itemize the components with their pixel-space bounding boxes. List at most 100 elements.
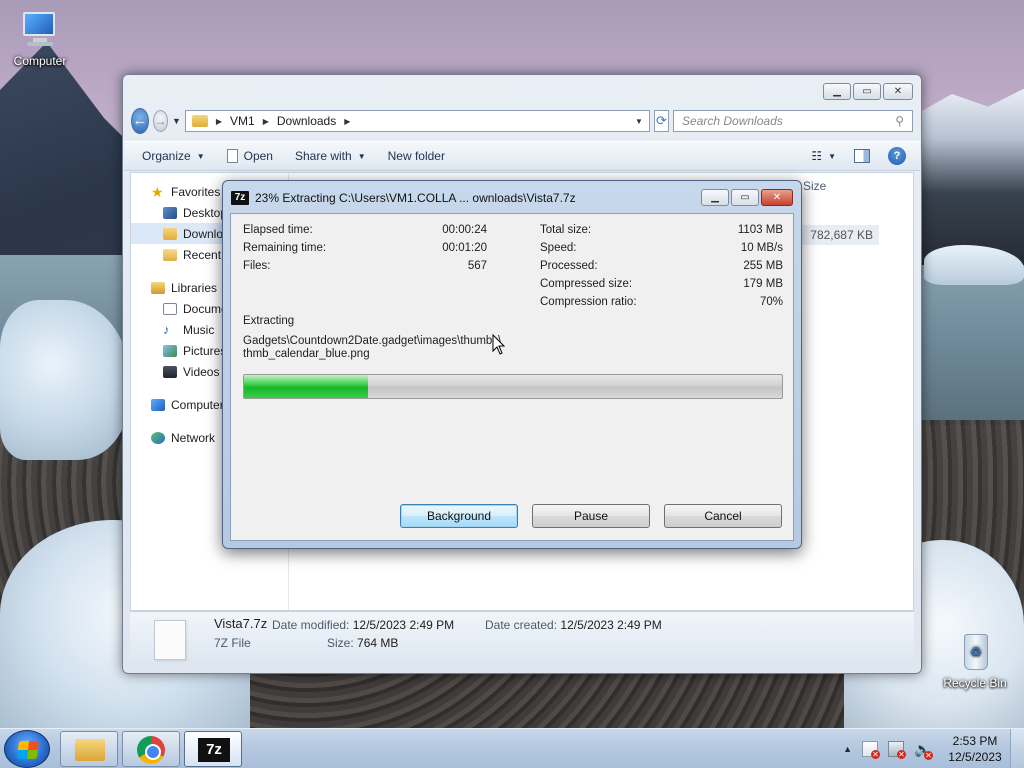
details-pane: Vista7.7z 7Z File Date modified: 12/5/20… xyxy=(130,611,914,665)
desktop-icon-label: Computer xyxy=(13,54,67,68)
desktop-icon-recycle-bin[interactable]: ♻ Recycle Bin xyxy=(935,632,1015,690)
nav-item-label: Videos xyxy=(183,364,220,379)
chevron-down-icon: ▼ xyxy=(828,151,836,161)
breadcrumb-downloads[interactable]: Downloads xyxy=(277,114,336,128)
network-icon xyxy=(151,431,165,444)
compressed-size-label: Compressed size: xyxy=(540,278,633,290)
action-center-icon[interactable]: ✕ xyxy=(862,741,880,759)
nav-item-label: Computer xyxy=(171,397,224,412)
total-size-value: 1103 MB xyxy=(737,224,783,236)
close-button[interactable]: ✕ xyxy=(883,83,913,100)
organize-button[interactable]: Organize ▼ xyxy=(142,149,205,163)
pictures-icon xyxy=(163,344,177,357)
nav-item-label: Favorites xyxy=(171,184,221,199)
forward-button[interactable]: → xyxy=(152,110,168,132)
search-icon: ⚲ xyxy=(895,114,905,128)
back-button[interactable]: ← xyxy=(131,108,149,134)
taskbar-windows-explorer[interactable] xyxy=(60,731,118,767)
operation-status: Extracting xyxy=(243,315,295,327)
share-with-label: Share with xyxy=(294,149,352,163)
address-bar[interactable]: ▶ VM1 ▶ Downloads ▶ ▼ xyxy=(184,110,650,132)
details-date-created-label: Date created: xyxy=(485,618,558,632)
file-row-size[interactable]: 782,687 KB xyxy=(793,225,879,245)
new-folder-button[interactable]: New folder xyxy=(388,149,445,163)
taskbar-7-zip[interactable]: 7z xyxy=(184,731,242,767)
downloads-folder-icon xyxy=(163,227,177,240)
chevron-right-icon: ▶ xyxy=(262,116,269,126)
maximize-button[interactable]: ▭ xyxy=(731,189,759,206)
dialog-client-area: Elapsed time: 00:00:24 Remaining time: 0… xyxy=(230,213,794,541)
videos-icon xyxy=(163,365,177,378)
current-file-path: Gadgets\Countdown2Date.gadget\images\thu… xyxy=(243,335,502,347)
system-tray: ▲ ✕ ✕ 🔈 ✕ 2:53 PM 12/5/2023 xyxy=(843,729,1024,768)
recycle-bin-icon: ♻ xyxy=(952,632,998,672)
maximize-button[interactable]: ▭ xyxy=(853,83,881,100)
processed-label: Processed: xyxy=(540,260,598,272)
extraction-progress-bar xyxy=(243,374,783,399)
7zip-icon: 7z xyxy=(198,738,230,762)
cancel-button[interactable]: Cancel xyxy=(664,504,782,528)
window-caption-buttons: ▁ ▭ ✕ xyxy=(823,83,913,100)
desktop-icon-computer[interactable]: Computer xyxy=(0,10,80,68)
recent-pages-dropdown[interactable]: ▼ xyxy=(172,116,181,126)
change-view-button[interactable]: ☷ ▼ xyxy=(811,149,836,163)
preview-pane-button[interactable] xyxy=(854,149,870,163)
details-date-created: 12/5/2023 2:49 PM xyxy=(560,618,662,632)
windows-logo-icon xyxy=(17,741,39,759)
nav-item-label: Music xyxy=(183,322,215,337)
organize-label: Organize xyxy=(142,149,191,163)
7zip-logo-icon: 7z xyxy=(231,191,249,205)
speed-label: Speed: xyxy=(540,242,577,254)
wallpaper-mountain-right xyxy=(904,88,1024,265)
details-size: 764 MB xyxy=(357,636,399,650)
breadcrumb-vm1[interactable]: VM1 xyxy=(230,114,255,128)
background-button[interactable]: Background xyxy=(400,504,518,528)
search-input[interactable]: Search Downloads ⚲ xyxy=(673,110,914,132)
minimize-button[interactable]: ▁ xyxy=(823,83,851,100)
nav-item-label: Pictures xyxy=(183,343,227,358)
open-label: Open xyxy=(243,149,273,163)
network-status-icon[interactable]: ✕ xyxy=(888,741,906,759)
open-button[interactable]: Open xyxy=(226,149,273,163)
taskbar-google-chrome[interactable] xyxy=(122,731,180,767)
processed-value: 255 MB xyxy=(743,260,783,272)
files-label: Files: xyxy=(243,260,271,272)
chevron-down-icon: ▼ xyxy=(196,151,205,161)
nav-item-label: Desktop xyxy=(183,205,228,220)
chevron-right-icon: ▶ xyxy=(344,116,351,126)
details-file-name: Vista7.7z xyxy=(214,616,268,631)
dialog-caption-buttons: ▁ ▭ ✕ xyxy=(701,189,793,206)
address-dropdown-icon[interactable]: ▼ xyxy=(635,117,643,126)
minimize-button[interactable]: ▁ xyxy=(701,189,729,206)
dialog-title-bar[interactable]: 7z 23% Extracting C:\Users\VM1.COLLA ...… xyxy=(231,189,691,207)
details-date-modified-label: Date modified: xyxy=(272,618,350,632)
computer-icon xyxy=(151,398,165,411)
volume-muted-icon[interactable]: 🔈 ✕ xyxy=(914,741,933,760)
search-placeholder: Search Downloads xyxy=(682,114,783,128)
show-desktop-button[interactable] xyxy=(1010,729,1024,768)
7zip-progress-dialog: 7z 23% Extracting C:\Users\VM1.COLLA ...… xyxy=(222,180,802,549)
show-hidden-icons-icon[interactable]: ▲ xyxy=(843,744,852,754)
start-button[interactable] xyxy=(4,730,50,768)
total-size-label: Total size: xyxy=(540,224,592,236)
pause-button[interactable]: Pause xyxy=(532,504,650,528)
chevron-right-icon: ▶ xyxy=(215,116,223,126)
details-size-label: Size: xyxy=(327,636,354,650)
details-file-type: 7Z File xyxy=(214,636,251,650)
close-button[interactable]: ✕ xyxy=(761,189,793,206)
file-icon xyxy=(154,620,186,660)
music-note-icon: ♪ xyxy=(163,321,170,337)
help-icon[interactable]: ? xyxy=(888,147,906,165)
progress-bar-fill xyxy=(244,375,368,398)
remaining-time-value: 00:01:20 xyxy=(442,242,487,254)
column-header-size[interactable]: Size xyxy=(803,179,826,193)
dialog-title: 23% Extracting C:\Users\VM1.COLLA ... ow… xyxy=(255,191,576,205)
remaining-time-label: Remaining time: xyxy=(243,242,327,254)
refresh-button[interactable]: ⟳ xyxy=(653,110,670,132)
computer-icon xyxy=(17,10,63,50)
chrome-icon xyxy=(137,736,165,764)
clock-time: 2:53 PM xyxy=(952,734,998,748)
documents-icon xyxy=(163,302,177,315)
share-with-button[interactable]: Share with ▼ xyxy=(295,149,366,163)
clock[interactable]: 2:53 PM 12/5/2023 xyxy=(940,733,1010,765)
